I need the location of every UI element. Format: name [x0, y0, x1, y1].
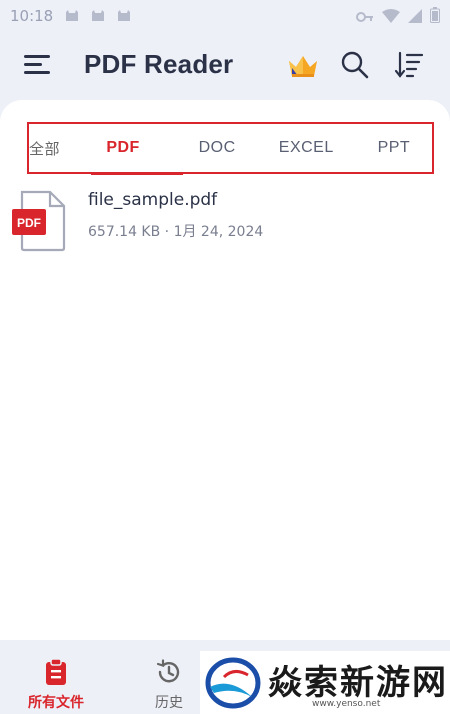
pdf-file-icon: PDF [10, 190, 68, 252]
tab-all[interactable]: 全部 [29, 124, 69, 172]
watermark: 焱索新游网 www.yenso.net [200, 651, 450, 714]
watermark-url: www.yenso.net [312, 699, 381, 709]
nav-history[interactable]: 历史 [140, 640, 198, 714]
search-icon [341, 51, 369, 79]
tab-ppt[interactable]: PPT [356, 124, 432, 172]
notification-icon [65, 10, 79, 22]
list-item[interactable]: PDF file_sample.pdf 657.14 KB · 1月 24, 2… [0, 186, 450, 258]
notification-icon [91, 10, 105, 22]
clipboard-icon [46, 658, 66, 685]
watermark-text: 焱索新游网 [268, 663, 448, 703]
nav-all-files[interactable]: 所有文件 [20, 640, 92, 714]
nav-history-label: 历史 [155, 695, 183, 711]
nav-all-files-label: 所有文件 [28, 695, 84, 711]
file-meta: 657.14 KB · 1月 24, 2024 [88, 224, 264, 240]
app-title: PDF Reader [84, 49, 234, 79]
selected-tab-indicator [91, 172, 183, 175]
wifi-icon [382, 8, 400, 27]
app-bar: PDF Reader [0, 32, 450, 100]
file-name: file_sample.pdf [88, 190, 218, 210]
signal-icon [408, 8, 422, 27]
sort-button[interactable] [394, 50, 424, 80]
search-button[interactable] [340, 50, 370, 80]
menu-icon [24, 55, 50, 74]
tab-excel[interactable]: EXCEL [257, 124, 356, 172]
status-bar: 10:18 [0, 0, 450, 32]
status-time: 10:18 [10, 7, 54, 25]
battery-icon [430, 7, 440, 27]
premium-button[interactable] [286, 52, 320, 80]
watermark-logo-icon [205, 657, 261, 709]
history-icon [156, 659, 180, 683]
notification-icon [117, 10, 131, 22]
menu-button[interactable] [22, 52, 54, 78]
file-type-badge: PDF [17, 216, 41, 230]
tab-pdf[interactable]: PDF [69, 124, 178, 172]
crown-icon [289, 56, 317, 77]
tab-doc[interactable]: DOC [178, 124, 257, 172]
content-sheet: 全部 PDF DOC EXCEL PPT PDF file_sample.pdf… [0, 100, 450, 640]
file-type-tabs: 全部 PDF DOC EXCEL PPT [27, 122, 434, 175]
sort-icon [394, 51, 424, 78]
vpn-key-icon [356, 8, 374, 27]
